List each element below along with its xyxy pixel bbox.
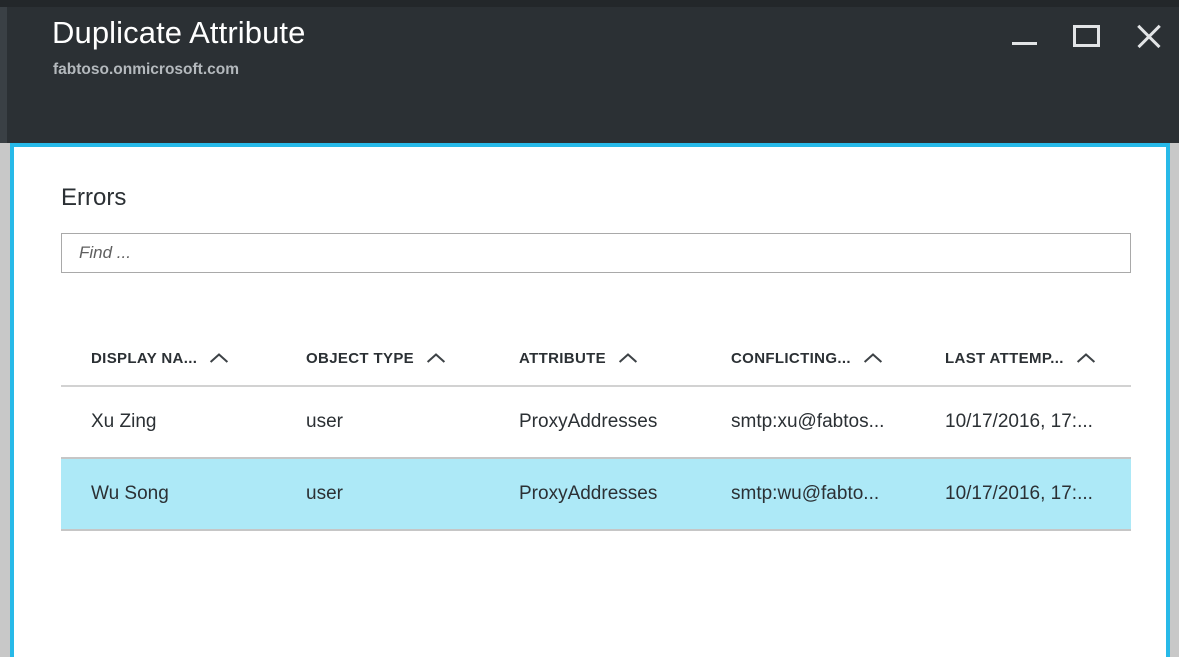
cell-display-name: Xu Zing [91, 411, 157, 432]
cell-object-type: user [306, 411, 343, 432]
title-bar: Duplicate Attribute fabtoso.onmicrosoft.… [0, 0, 1179, 143]
minimize-button[interactable] [993, 8, 1055, 64]
column-header-label: CONFLICTING... [731, 350, 851, 367]
column-header-object-type[interactable]: OBJECT TYPE [306, 350, 501, 367]
column-header-label: LAST ATTEMP... [945, 350, 1064, 367]
cell-last-attempt: 10/17/2016, 17:... [945, 483, 1093, 504]
column-header-label: OBJECT TYPE [306, 350, 415, 367]
errors-panel: Errors DISPLAY NA... OBJECT TYPE ATTRIBU… [14, 147, 1166, 657]
cell-last-attempt: 10/17/2016, 17:... [945, 411, 1093, 432]
table-row[interactable]: Wu Song user ProxyAddresses smtp:wu@fabt… [61, 457, 1131, 531]
errors-table: DISPLAY NA... OBJECT TYPE ATTRIBUTE CONF… [61, 333, 1131, 531]
cell-conflicting-value: smtp:xu@fabtos... [731, 411, 885, 432]
column-header-display-name[interactable]: DISPLAY NA... [91, 350, 291, 367]
chevron-up-icon[interactable] [1077, 353, 1096, 364]
cell-object-type: user [306, 483, 343, 504]
column-header-label: ATTRIBUTE [519, 350, 607, 367]
chevron-up-icon[interactable] [427, 353, 446, 364]
tenant-subtitle: fabtoso.onmicrosoft.com [53, 61, 240, 78]
column-header-attribute[interactable]: ATTRIBUTE [519, 350, 719, 367]
table-header-row: DISPLAY NA... OBJECT TYPE ATTRIBUTE CONF… [61, 333, 1131, 387]
content-frame: Errors DISPLAY NA... OBJECT TYPE ATTRIBU… [10, 143, 1170, 657]
cell-attribute: ProxyAddresses [519, 483, 658, 504]
close-button[interactable] [1117, 8, 1179, 64]
section-heading-errors: Errors [61, 184, 127, 211]
title-bar-left-strip [0, 7, 7, 143]
column-header-conflicting-value[interactable]: CONFLICTING... [731, 350, 931, 367]
column-header-label: DISPLAY NA... [91, 350, 198, 367]
cell-conflicting-value: smtp:wu@fabto... [731, 483, 880, 504]
window-controls [993, 8, 1179, 68]
page-title: Duplicate Attribute [52, 15, 306, 50]
duplicate-attribute-window: Duplicate Attribute fabtoso.onmicrosoft.… [0, 0, 1179, 657]
minimize-icon [1011, 41, 1037, 45]
title-bar-top-strip [0, 0, 1179, 7]
search-input[interactable] [61, 233, 1131, 273]
chevron-up-icon[interactable] [619, 353, 638, 364]
cell-display-name: Wu Song [91, 483, 169, 504]
table-row[interactable]: Xu Zing user ProxyAddresses smtp:xu@fabt… [61, 387, 1131, 457]
chevron-up-icon[interactable] [864, 353, 883, 364]
maximize-button[interactable] [1055, 8, 1117, 64]
close-icon [1134, 22, 1162, 50]
chevron-up-icon[interactable] [210, 353, 229, 364]
column-header-last-attempt[interactable]: LAST ATTEMP... [945, 350, 1145, 367]
cell-attribute: ProxyAddresses [519, 411, 658, 432]
maximize-icon [1072, 25, 1100, 47]
